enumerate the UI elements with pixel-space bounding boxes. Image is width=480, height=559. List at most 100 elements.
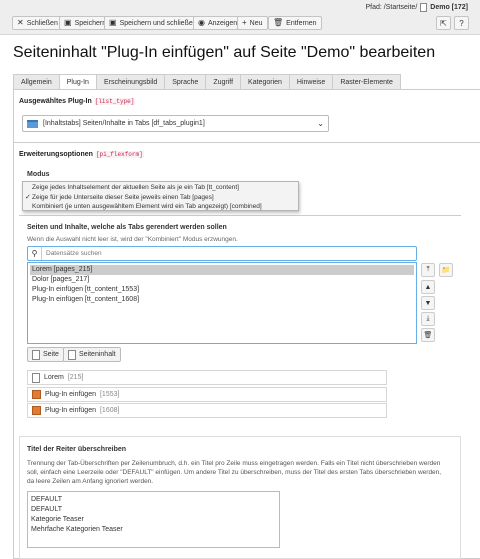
titles-label: Titel der Reiter überschreiben xyxy=(27,446,127,453)
record-name: Plug-In einfügen xyxy=(45,391,96,398)
eye-icon: ◉ xyxy=(198,18,205,27)
chevron-down-icon: ⌄ xyxy=(317,119,324,128)
textarea-line: Kategorie Teaser xyxy=(31,516,84,523)
arrow-up-icon: ▲ xyxy=(424,283,432,291)
record-item[interactable]: Plug-In einfügen [1608] xyxy=(27,403,387,418)
tab-item[interactable]: Zugriff xyxy=(205,74,241,90)
textarea-line: DEFAULT xyxy=(31,496,62,503)
tab-item[interactable]: Allgemein xyxy=(13,74,59,90)
list-item[interactable]: Plug-In einfügen [tt_content_1553] xyxy=(30,285,414,295)
tab-item[interactable]: Raster-Elemente xyxy=(332,74,401,90)
options-label-text: Erweiterungsoptionen xyxy=(19,151,93,158)
save-close-button[interactable]: ▣ Speichern und schließen xyxy=(104,16,202,30)
modus-option-label: Zeige jedes Inhaltselement der aktuellen… xyxy=(32,184,239,192)
plugin-select[interactable]: [Inhaltstabs] Seiten/Inhalte in Tabs [df… xyxy=(22,115,329,132)
content-icon xyxy=(68,349,76,360)
tab-item[interactable]: Erscheinungsbild xyxy=(95,74,165,90)
modus-option[interactable]: Kombiniert (je unten ausgewähltem Elemen… xyxy=(23,202,298,212)
tab-item[interactable]: Sprache xyxy=(164,74,206,90)
browse-button[interactable]: 📁 xyxy=(439,263,453,277)
move-down-button[interactable]: ▼ xyxy=(421,296,435,310)
titles-textarea[interactable]: DEFAULT DEFAULT Kategorie Teaser Mehrfac… xyxy=(27,491,280,548)
modus-option-label: Kombiniert (je unten ausgewähltem Elemen… xyxy=(32,203,262,211)
records-search[interactable]: ⚲ xyxy=(27,246,417,261)
plugin-icon xyxy=(27,119,38,128)
add-content-button[interactable]: Seiteninhalt xyxy=(63,347,121,362)
breadcrumb: Pfad: /Startseite/ Demo [172] xyxy=(366,3,468,12)
help-button[interactable]: ? xyxy=(454,16,469,30)
move-up-button[interactable]: ▲ xyxy=(421,280,435,294)
plugin-select-value: [Inhaltstabs] Seiten/Inhalte in Tabs [df… xyxy=(43,120,205,127)
plugin-box-icon xyxy=(32,406,41,415)
modus-label: Modus xyxy=(27,171,50,178)
close-icon: ✕ xyxy=(17,18,24,27)
path-page[interactable]: Demo [172] xyxy=(430,4,468,11)
tab-bar: Allgemein Plug-In Erscheinungsbild Sprache Z… xyxy=(13,74,401,90)
close-button[interactable]: ✕ Schließen xyxy=(12,16,63,30)
record-item[interactable]: Plug-In einfügen [1553] xyxy=(27,387,387,402)
add-content-label: Seiteninhalt xyxy=(79,351,116,358)
move-top-button[interactable]: ⤒ xyxy=(421,263,435,277)
new-button[interactable]: + Neu xyxy=(237,16,268,30)
page-icon xyxy=(420,3,428,12)
move-top-icon: ⤒ xyxy=(426,266,430,273)
add-page-label: Seite xyxy=(43,351,59,358)
delete-button-label: Entfernen xyxy=(286,19,317,27)
tab-item[interactable]: Hinweise xyxy=(288,74,333,90)
move-bottom-icon: ⤓ xyxy=(426,315,430,322)
add-page-button[interactable]: Seite xyxy=(27,347,64,362)
options-field-label: Erweiterungsoptionen [pi_flexform] xyxy=(19,151,144,158)
trash-icon: 🗑 xyxy=(423,332,433,339)
records-search-input[interactable] xyxy=(42,250,402,257)
tab-item[interactable]: Plug-In xyxy=(58,74,96,90)
page-icon xyxy=(32,372,40,383)
modus-option-label: Zeige für jede Unterseite dieser Seite j… xyxy=(32,193,214,201)
trash-icon: 🗑 xyxy=(273,18,284,27)
save-icon: ▣ xyxy=(64,18,72,27)
options-field-code: [pi_flexform] xyxy=(94,151,144,158)
plugin-field-code: [list_type] xyxy=(93,98,136,105)
save-close-button-label: Speichern und schließen xyxy=(119,19,197,27)
records-label: Seiten und Inhalte, welche als Tabs gere… xyxy=(27,224,227,231)
view-button-label: Anzeigen xyxy=(207,19,238,27)
plugin-label-text: Ausgewähltes Plug-In xyxy=(19,98,92,105)
divider xyxy=(13,142,480,143)
page-icon xyxy=(32,349,40,360)
record-uid: [1553] xyxy=(99,391,120,398)
delete-button[interactable]: 🗑 Entfernen xyxy=(268,16,322,30)
close-button-label: Schließen xyxy=(26,19,58,27)
record-item[interactable]: Lorem [215] xyxy=(27,370,387,385)
folder-icon: 📁 xyxy=(441,267,451,274)
path-prefix: Pfad: /Startseite/ xyxy=(365,4,418,11)
plugin-box-icon xyxy=(32,390,41,399)
external-link-icon: ⇱ xyxy=(440,18,447,28)
help-icon: ? xyxy=(459,18,464,28)
divider xyxy=(19,215,461,216)
modus-dropdown[interactable]: Zeige jedes Inhaltselement der aktuellen… xyxy=(22,181,299,211)
record-uid: [1608] xyxy=(99,407,120,414)
record-name: Plug-In einfügen xyxy=(45,407,96,414)
open-new-window-button[interactable]: ⇱ xyxy=(436,16,451,30)
remove-button[interactable]: 🗑 xyxy=(421,328,435,342)
arrow-down-icon: ▼ xyxy=(424,299,432,307)
record-name: Lorem xyxy=(44,374,64,381)
view-button[interactable]: ◉ Anzeigen xyxy=(193,16,243,30)
save-close-icon: ▣ xyxy=(109,18,117,27)
modus-option[interactable]: Zeige jedes Inhaltselement der aktuellen… xyxy=(23,183,298,193)
modus-option[interactable]: ✓ Zeige für jede Unterseite dieser Seite … xyxy=(23,193,298,203)
list-item[interactable]: Plug-In einfügen [tt_content_1608] xyxy=(30,295,414,305)
list-item[interactable]: Dolor [pages_217] xyxy=(30,275,414,285)
list-item[interactable]: Lorem [pages_215] xyxy=(30,265,414,275)
textarea-line: Mehrfache Kategorien Teaser xyxy=(31,526,123,533)
plus-icon: + xyxy=(242,18,247,27)
records-help: Wenn die Auswahl nicht leer ist, wird de… xyxy=(27,236,238,243)
checkmark-icon: ✓ xyxy=(25,194,31,202)
titles-help: Trennung der Tab-Überschriften per Zeile… xyxy=(27,460,442,485)
tab-item[interactable]: Kategorien xyxy=(240,74,289,90)
plugin-field-label: Ausgewähltes Plug-In [list_type] xyxy=(19,98,136,105)
move-bottom-button[interactable]: ⤓ xyxy=(421,312,435,326)
new-button-label: Neu xyxy=(249,19,263,27)
page-title: Seiteninhalt "Plug-In einfügen" auf Seit… xyxy=(13,44,436,61)
selected-records-list[interactable]: Lorem [pages_215] Dolor [pages_217] Plug… xyxy=(27,262,417,344)
record-uid: [215] xyxy=(67,374,84,381)
